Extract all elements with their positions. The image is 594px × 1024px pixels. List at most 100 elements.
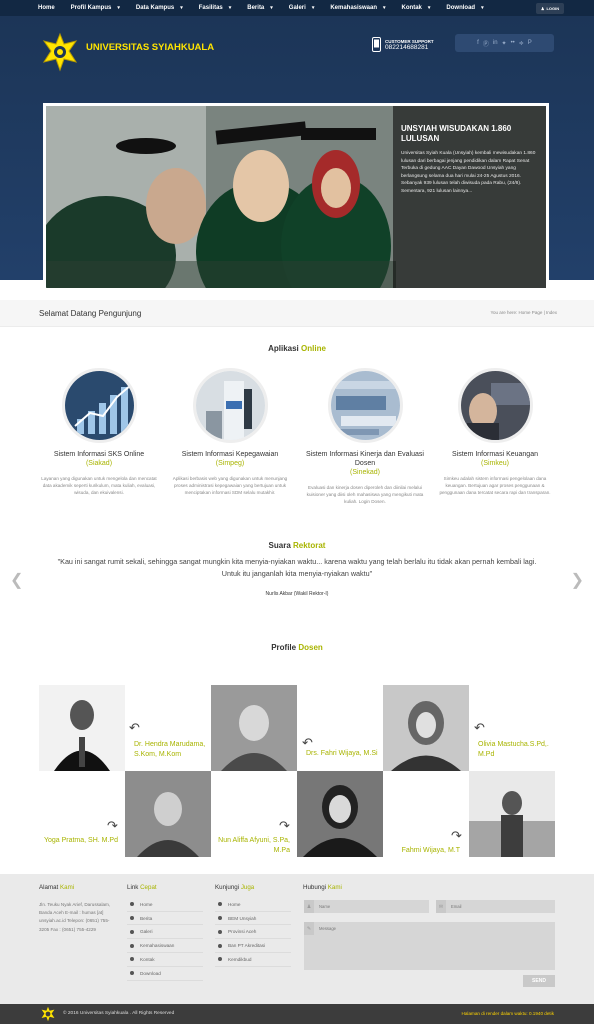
bullet-icon [130, 916, 134, 921]
nav-item-download[interactable]: Download ▾ [446, 5, 483, 11]
nav-item-berita[interactable]: Berita ▾ [247, 5, 273, 11]
caret-down-icon: ▾ [427, 5, 431, 11]
footer-link[interactable]: Download [127, 967, 203, 981]
app-card-siakad[interactable]: Sistem Informasi SKS Online (Siakad) Laya… [34, 368, 164, 496]
bullet-icon [130, 902, 134, 907]
app-description: Evaluasi dan kinerja dosen diperoleh dan… [306, 485, 424, 504]
footer-link[interactable]: Berita [127, 912, 203, 926]
pencil-icon: ✎ [304, 922, 314, 935]
dosen-name[interactable]: Olivia Mastucha.S.Pd,. M.Pd [478, 740, 558, 759]
page-title: Selamat Datang Pengunjung [39, 309, 142, 318]
bullet-icon [218, 943, 222, 948]
skype-icon[interactable]: Ⓟ [483, 39, 489, 48]
twitter-icon[interactable]: ✦ [502, 40, 507, 47]
name-field[interactable]: ♟ Name [304, 900, 429, 913]
footer-link[interactable]: Kemdikbud [215, 953, 291, 967]
dosen-photo[interactable] [469, 771, 555, 857]
dosen-photo[interactable] [39, 685, 125, 771]
nav-item-galeri[interactable]: Galeri ▾ [289, 5, 315, 11]
dosen-heading: Profile Dosen [271, 643, 323, 652]
email-field[interactable]: ✉ Email [436, 900, 555, 913]
footer-link[interactable]: Home [215, 898, 291, 912]
site-logo[interactable]: UNIVERSITAS SYIAHKUALA [40, 32, 214, 72]
footer-alamat-title: Alamat Kami [39, 884, 75, 891]
bullet-icon [130, 929, 134, 934]
simkeu-workshop-image [457, 368, 533, 443]
bullet-icon [218, 957, 222, 962]
linkedin-icon[interactable]: in [493, 40, 498, 46]
nav-item-profil-kampus[interactable]: Profil Kampus ▾ [71, 5, 120, 11]
dosen-name[interactable]: Drs. Fahri Wijaya, M.Si [306, 749, 386, 759]
app-title: Sistem Informasi SKS Online (Siakad) [53, 451, 145, 467]
dosen-photo[interactable] [383, 685, 469, 771]
dosen-photo[interactable] [211, 685, 297, 771]
user-icon: ♟ [304, 900, 314, 913]
nav-item-data-kampus[interactable]: Data Kampus ▾ [136, 5, 183, 11]
flickr-icon[interactable]: •• [511, 40, 515, 46]
social-links: f Ⓟ in ✦ •• ≑ P [455, 34, 554, 52]
user-icon: ♟ [540, 6, 545, 11]
footer-link[interactable]: Kontak [127, 953, 203, 967]
sinekad-plan-image [327, 368, 403, 443]
footer-link[interactable]: Galeri [127, 926, 203, 940]
login-button[interactable]: ♟ LOGIN [536, 3, 564, 14]
slide-caption: UNSYIAH WISUDAKAN 1.860 LULUSAN Universi… [393, 106, 546, 288]
pinterest-icon[interactable]: P [528, 40, 532, 46]
bullet-icon [130, 971, 134, 976]
app-description: Aplikasi berbasis web yang digunakan unt… [172, 476, 288, 495]
dosen-name[interactable]: Yoga Pratma, SH. M.Pd [40, 836, 118, 846]
rss-icon[interactable]: ≑ [519, 40, 524, 47]
render-time: Halaman di render dalam waktu: 0.1940 de… [461, 1011, 554, 1016]
caret-down-icon: ▾ [481, 5, 484, 11]
arrow-forward-icon: ↷ [451, 828, 462, 843]
siakad-chart-image [61, 368, 137, 443]
chevron-right-icon[interactable]: ❯ [571, 570, 584, 590]
app-title: Sistem Informasi Kinerja dan Evaluasi Do… [306, 451, 424, 476]
copyright: © 2016 Universitas Syiahkuala . All Righ… [63, 1011, 175, 1016]
footer-links-title: Link Cepat [127, 884, 157, 891]
customer-support-label: CUSTOMER SUPPORT [385, 38, 434, 44]
slide-title[interactable]: UNSYIAH WISUDAKAN 1.860 LULUSAN [401, 124, 538, 144]
arrow-forward-icon: ↷ [107, 818, 118, 833]
mobile-phone-icon [372, 37, 381, 52]
arrow-back-icon: ↶ [129, 720, 140, 735]
footer-link[interactable]: Provinsi Aceh [215, 926, 291, 940]
message-field[interactable]: ✎ Message [304, 922, 555, 970]
breadcrumb[interactable]: You are here: Home Page | Index [490, 310, 557, 315]
dosen-name[interactable]: Nun Aliffa Afyuni, S.Pa, M.Pa [212, 836, 290, 855]
university-seal-icon [42, 32, 78, 72]
nav-item-kontak[interactable]: Kontak ▾ [402, 5, 431, 11]
simpeg-business-image [192, 368, 268, 443]
nav-item-home[interactable]: Home [38, 5, 55, 11]
arrow-back-icon: ↶ [474, 720, 485, 735]
footer-address: Jln. Teuku Nyak Arief, Darussalam, Banda… [39, 902, 111, 932]
site-title: UNIVERSITAS SYIAHKUALA [86, 41, 215, 53]
caret-down-icon: ▾ [311, 5, 315, 11]
footer-link[interactable]: Home [127, 898, 203, 912]
news-slider[interactable]: UNSYIAH WISUDAKAN 1.860 LULUSAN Universi… [43, 103, 549, 291]
facebook-icon[interactable]: f [477, 40, 479, 46]
dosen-photo[interactable] [125, 771, 211, 857]
customer-support: CUSTOMER SUPPORT 082214688281 [372, 37, 434, 52]
slide-excerpt: Universitas Syiah Kuala (Unsyiah) kembal… [401, 151, 536, 194]
nav-item-kemahasiswaan[interactable]: Kemahasiswaan ▾ [330, 5, 385, 11]
app-card-simkeu[interactable]: Sistem Informasi Keuangan (Simkeu) Simkeu… [430, 368, 560, 496]
footer-link[interactable]: BEM Unsyiah [215, 912, 291, 926]
footer-link[interactable]: Kemahasiswaan [127, 939, 203, 953]
app-card-simpeg[interactable]: Sistem Informasi Kepegawaian (Simpeg) Apl… [165, 368, 295, 496]
footer-link[interactable]: Ban PT Akreditasi [215, 939, 291, 953]
send-button[interactable]: SEND [523, 975, 555, 987]
dosen-name[interactable]: Fahmi Wijaya, M.T [384, 846, 460, 856]
chevron-left-icon[interactable]: ❮ [10, 570, 23, 590]
envelope-icon: ✉ [436, 900, 446, 913]
dosen-name[interactable]: Dr. Hendra Marudama, S.Kom, M.Kom [134, 740, 214, 759]
footer-hubungi-title: Hubungi Kami [303, 884, 342, 891]
app-card-sinekad[interactable]: Sistem Informasi Kinerja dan Evaluasi Do… [300, 368, 430, 505]
rektorat-heading: Suara Rektorat [268, 541, 326, 550]
quote-author: Nurlis Akbar (Wakil Rektor-I) [265, 591, 329, 597]
bullet-icon [130, 957, 134, 962]
dosen-photo[interactable] [297, 771, 383, 857]
nav-item-fasilitas[interactable]: Fasilitas ▾ [199, 5, 232, 11]
arrow-forward-icon: ↷ [279, 818, 290, 833]
app-title: Sistem Informasi Kepegawaian (Simpeg) [181, 451, 279, 467]
